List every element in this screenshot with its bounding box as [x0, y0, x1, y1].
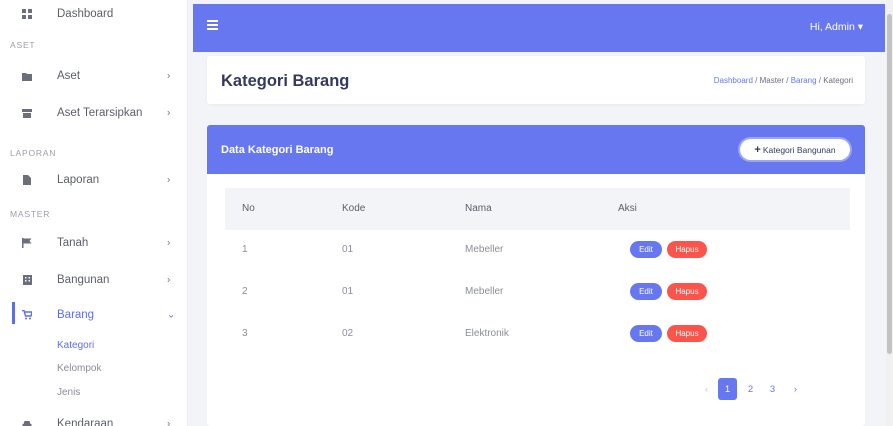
file-icon [22, 175, 32, 185]
cell-no: 1 [242, 244, 248, 255]
breadcrumb-master: Master [759, 76, 785, 85]
chevron-right-icon: › [167, 174, 171, 186]
sidebar-subitem-jenis[interactable]: Jenis [57, 387, 80, 398]
cell-no: 3 [242, 328, 248, 339]
menu-toggle-icon[interactable] [207, 20, 218, 30]
sidebar-subitem-kelompok[interactable]: Kelompok [57, 363, 101, 374]
folder-icon [22, 71, 32, 81]
breadcrumb: Dashboard / Master / Barang / Kategori [714, 76, 853, 85]
cell-nama: Mebeller [465, 286, 504, 297]
pagination-page-2[interactable]: 2 [741, 378, 760, 400]
data-card: Data Kategori Barang + Kategori Bangunan… [207, 125, 865, 426]
car-icon [22, 419, 32, 426]
sidebar-item-label: Laporan [57, 174, 100, 186]
flag-icon [22, 238, 32, 248]
sidebar-section-master: MASTER [10, 209, 51, 219]
card-title: Data Kategori Barang [221, 144, 334, 156]
sidebar-item-label: Tanah [57, 237, 89, 249]
pagination-prev[interactable]: ‹ [697, 378, 716, 400]
sidebar-item-label: Aset [57, 70, 81, 82]
chevron-right-icon: › [167, 107, 171, 119]
sidebar-section-laporan: LAPORAN [10, 148, 57, 158]
breadcrumb-dashboard[interactable]: Dashboard [714, 76, 753, 85]
sidebar-item-barang[interactable]: Barang ⌄ [0, 303, 188, 327]
chevron-right-icon: › [167, 418, 171, 426]
user-menu[interactable]: Hi, Admin ▾ [810, 21, 863, 33]
edit-button[interactable]: Edit [630, 241, 662, 258]
cell-no: 2 [242, 286, 248, 297]
delete-button[interactable]: Hapus [667, 325, 707, 342]
sidebar-item-label: Kendaraan [57, 418, 114, 426]
add-kategori-button[interactable]: + Kategori Bangunan [740, 139, 850, 160]
cart-icon [22, 310, 32, 320]
sidebar-item-tanah[interactable]: Tanah › [0, 231, 188, 255]
cell-kode: 02 [342, 328, 354, 339]
edit-button[interactable]: Edit [630, 325, 662, 342]
sidebar-item-aset[interactable]: Aset › [0, 64, 188, 88]
cell-kode: 01 [342, 286, 354, 297]
building-icon [22, 275, 32, 285]
sidebar-item-bangunan[interactable]: Bangunan › [0, 268, 188, 292]
pagination-page-3[interactable]: 3 [763, 378, 782, 400]
plus-icon: + [754, 143, 761, 156]
cell-nama: Elektronik [465, 328, 509, 339]
column-header-no: No [242, 203, 255, 214]
delete-button[interactable]: Hapus [667, 241, 707, 258]
table-row: 3 02 Elektronik Edit Hapus [225, 314, 850, 356]
cell-kode: 01 [342, 244, 354, 255]
card-header: Data Kategori Barang + Kategori Bangunan [207, 125, 865, 174]
sidebar-item-kendaraan[interactable]: Kendaraan › [0, 412, 188, 426]
sidebar-item-dashboard[interactable]: Dashboard [0, 2, 188, 26]
chevron-right-icon: › [167, 274, 171, 286]
edit-button[interactable]: Edit [630, 283, 662, 300]
cell-nama: Mebeller [465, 244, 504, 255]
chevron-right-icon: › [167, 70, 171, 82]
column-header-nama: Nama [465, 203, 492, 214]
sidebar-item-laporan[interactable]: Laporan › [0, 168, 188, 192]
delete-button[interactable]: Hapus [667, 283, 707, 300]
scrollbar-thumb[interactable] [887, 14, 892, 354]
page-title: Kategori Barang [221, 72, 350, 90]
pagination-page-1[interactable]: 1 [718, 378, 737, 400]
sidebar-item-label: Bangunan [57, 274, 110, 286]
topbar: Hi, Admin ▾ [193, 4, 885, 52]
sidebar-item-label: Aset Terarsipkan [57, 107, 143, 119]
add-button-label: Kategori Bangunan [762, 144, 836, 155]
sidebar-item-aset-terarsipkan[interactable]: Aset Terarsipkan › [0, 101, 188, 125]
sidebar-subitem-kategori[interactable]: Kategori [57, 340, 94, 351]
chevron-right-icon: › [167, 237, 171, 249]
sidebar: Dashboard ASET Aset › Aset Terarsipkan ›… [0, 0, 188, 426]
table-row: 2 01 Mebeller Edit Hapus [225, 272, 850, 314]
pagination-next[interactable]: › [786, 378, 805, 400]
table-row: 1 01 Mebeller Edit Hapus [225, 230, 850, 272]
breadcrumb-barang[interactable]: Barang [791, 76, 817, 85]
page-header: Kategori Barang Dashboard / Master / Bar… [207, 56, 865, 104]
sidebar-item-label: Dashboard [57, 8, 114, 20]
breadcrumb-kategori: Kategori [823, 76, 853, 85]
grid-icon [22, 9, 32, 19]
sidebar-section-aset: ASET [10, 40, 36, 50]
sidebar-item-label: Barang [57, 309, 95, 321]
chevron-down-icon: ⌄ [167, 309, 176, 321]
column-header-kode: Kode [342, 203, 366, 214]
table-header: No Kode Nama Aksi [225, 188, 850, 230]
column-header-aksi: Aksi [618, 203, 637, 214]
archive-icon [22, 108, 32, 118]
